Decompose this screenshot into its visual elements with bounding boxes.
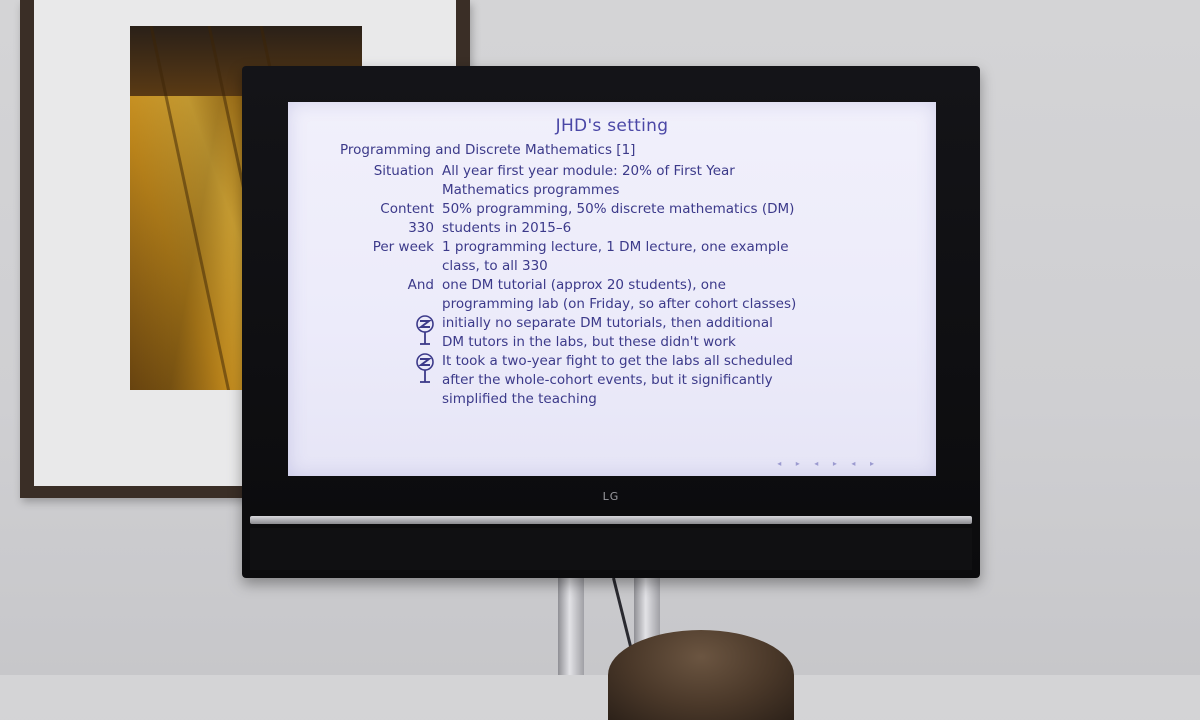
dangerous-bend-icon [416, 353, 434, 383]
tv-screen: JHD's setting Programming and Discrete M… [288, 102, 936, 476]
row-text: 50% programming, 50% discrete mathematic… [442, 201, 795, 217]
row-content: Content 50% programming, 50% discrete ma… [288, 200, 936, 219]
row-and: And one DM tutorial (approx 20 students)… [288, 276, 936, 314]
row-label: Content [380, 201, 434, 217]
dangerous-bend-icon [416, 315, 434, 345]
row-text: class, to all 330 [442, 258, 548, 274]
row-text: 1 programming lecture, 1 DM lecture, one… [442, 239, 789, 255]
audience-head [608, 630, 794, 720]
tv-speaker-bar [250, 528, 972, 570]
warning-1: initially no separate DM tutorials, then… [288, 314, 936, 352]
cable [612, 577, 633, 649]
row-label: 330 [408, 220, 434, 236]
row-label: And [407, 277, 434, 293]
tv-brand-logo: LG [602, 490, 620, 503]
warning-2: It took a two-year fight to get the labs… [288, 352, 936, 409]
tv-bezel-strip [250, 516, 972, 524]
row-per-week: Per week 1 programming lecture, 1 DM lec… [288, 238, 936, 276]
row-text: programming lab (on Friday, so after coh… [442, 296, 797, 312]
television: JHD's setting Programming and Discrete M… [242, 66, 980, 578]
slide-title: JHD's setting [555, 116, 669, 136]
row-situation: Situation All year first year module: 20… [288, 162, 936, 200]
row-text: All year first year module: 20% of First… [442, 163, 735, 179]
warning-text: after the whole-cohort events, but it si… [442, 372, 773, 388]
row-students: 330 students in 2015–6 [288, 219, 936, 238]
stand-pole-left [558, 578, 584, 675]
warning-text: simplified the teaching [442, 391, 597, 407]
row-text: Mathematics programmes [442, 182, 620, 198]
row-label: Situation [373, 163, 434, 179]
row-text: one DM tutorial (approx 20 students), on… [442, 277, 726, 293]
slide-navigation-symbols: ◂ ▸ ◂ ▸ ◂ ▸ [777, 459, 880, 468]
slide-subtitle: Programming and Discrete Mathematics [1] [340, 142, 636, 158]
row-text: students in 2015–6 [442, 220, 572, 236]
slide-content: Situation All year first year module: 20… [288, 162, 936, 409]
warning-text: It took a two-year fight to get the labs… [442, 353, 793, 369]
row-label: Per week [372, 239, 434, 255]
warning-text: initially no separate DM tutorials, then… [442, 315, 773, 331]
warning-text: DM tutors in the labs, but these didn't … [442, 334, 736, 350]
